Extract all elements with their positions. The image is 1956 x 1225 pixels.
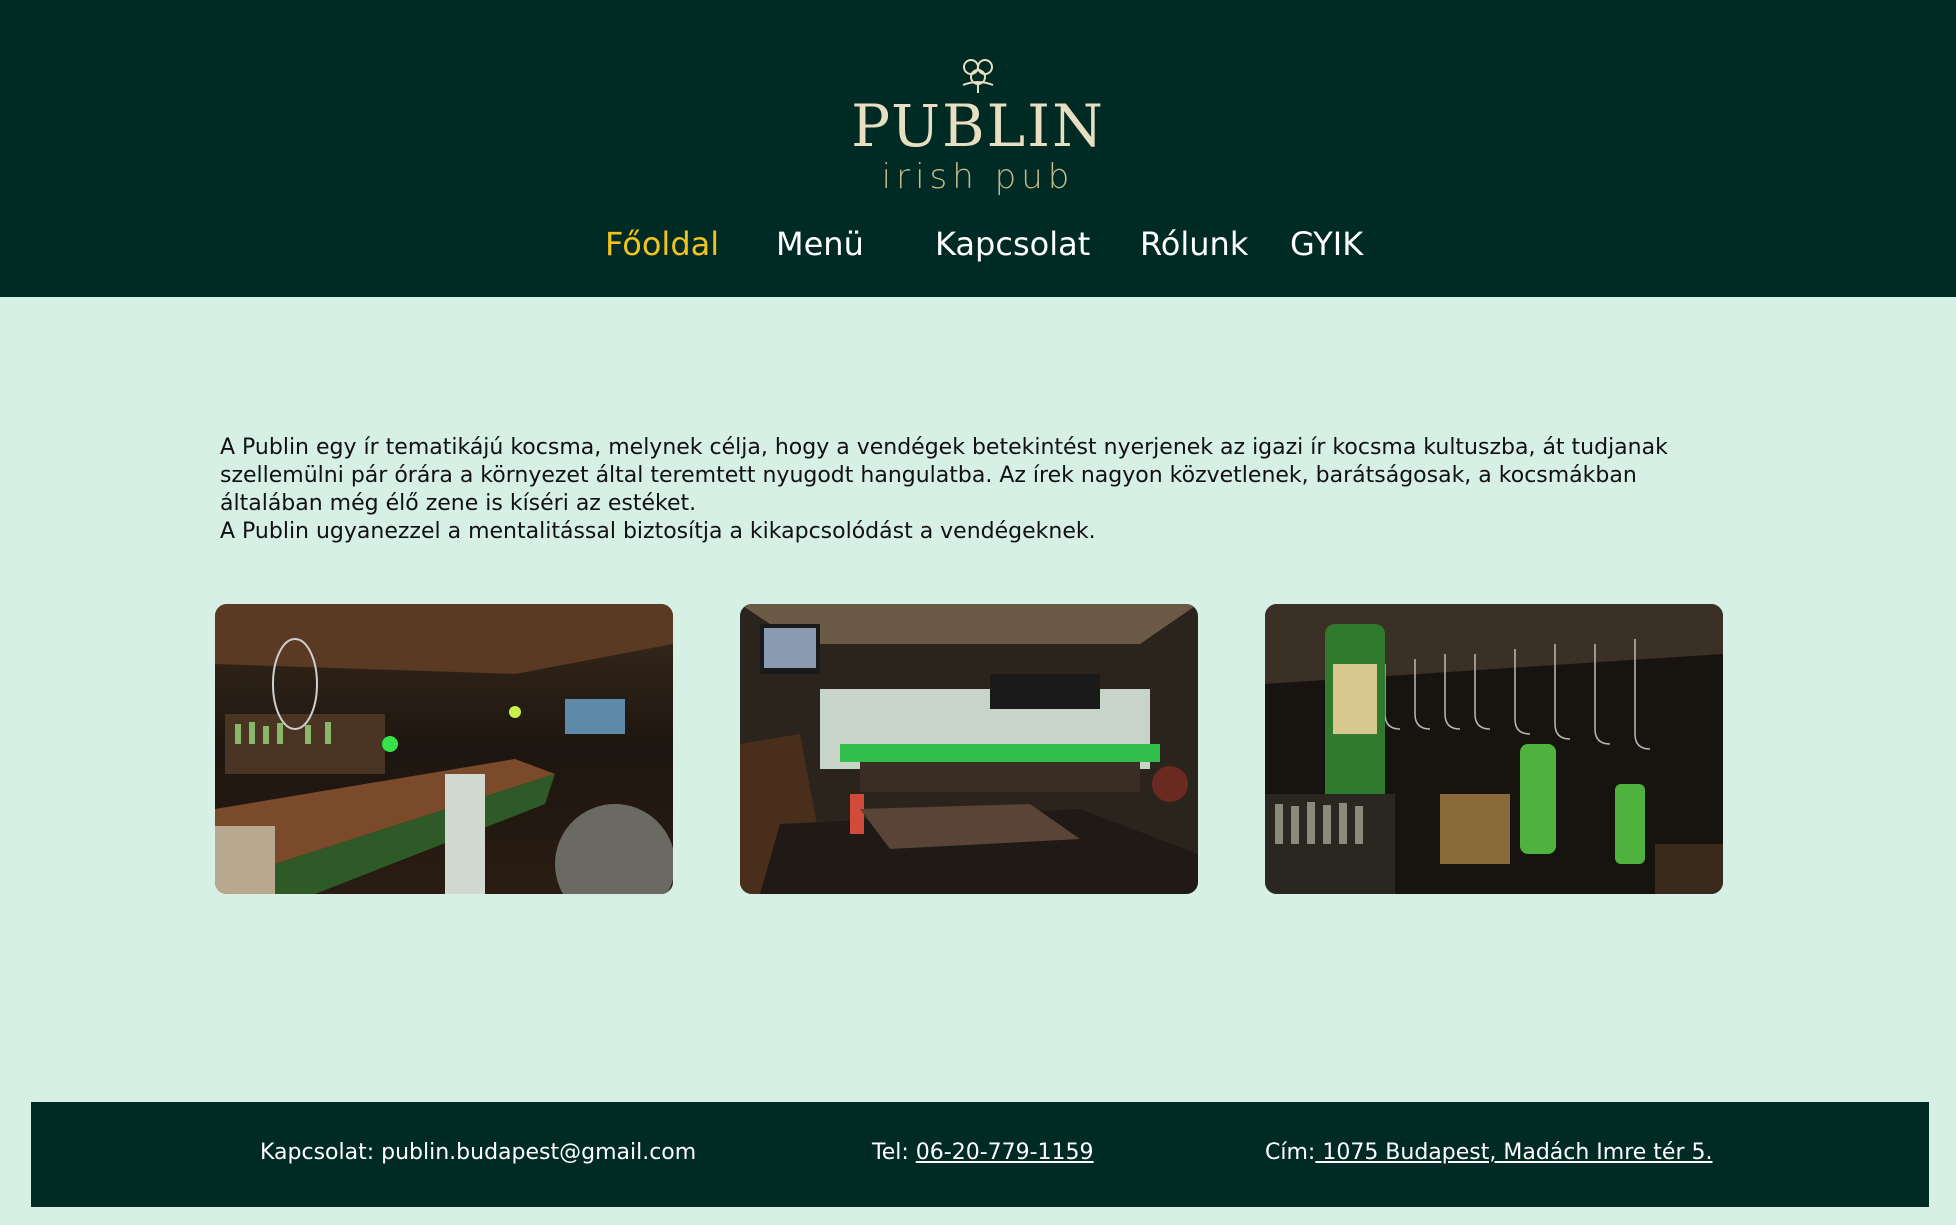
shamrock-icon: [962, 59, 994, 93]
footer-phone-link[interactable]: 06-20-779-1159: [916, 1140, 1094, 1165]
nav-item-home[interactable]: Főoldal: [605, 224, 719, 264]
nav-item-menu[interactable]: Menü: [776, 224, 864, 264]
intro-paragraph: A Publin egy ír tematikájú kocsma, melyn…: [220, 435, 1668, 516]
gallery-photo-bar-counter: [215, 604, 673, 894]
intro-paragraph: A Publin ugyanezzel a mentalitással bizt…: [220, 519, 1096, 544]
gallery-photo-seating-area: [740, 604, 1198, 894]
footer-address-label: Cím:: [1265, 1140, 1316, 1165]
gallery-photo-bottles-and-glasses: [1265, 604, 1723, 894]
nav-item-faq[interactable]: GYIK: [1290, 224, 1363, 264]
intro-text: A Publin egy ír tematikájú kocsma, melyn…: [220, 434, 1740, 546]
nav-item-contact[interactable]: Kapcsolat: [935, 224, 1090, 264]
brand-name: PUBLIN: [851, 92, 1105, 160]
brand-tagline: irish pub: [881, 157, 1075, 197]
footer-contact-email[interactable]: Kapcsolat: publin.budapest@gmail.com: [260, 1138, 696, 1168]
site-logo[interactable]: PUBLIN irish pub: [0, 55, 1956, 195]
footer-phone: Tel: 06-20-779-1159: [872, 1138, 1094, 1168]
footer-phone-label: Tel:: [872, 1140, 916, 1165]
footer-address-link[interactable]: 1075 Budapest, Madách Imre tér 5.: [1315, 1140, 1712, 1165]
nav-item-about[interactable]: Rólunk: [1140, 224, 1248, 264]
footer-address: Cím: 1075 Budapest, Madách Imre tér 5.: [1265, 1138, 1713, 1168]
site-footer: Kapcsolat: publin.budapest@gmail.com Tel…: [31, 1102, 1929, 1207]
site-header: PUBLIN irish pub Főoldal Menü Kapcsolat …: [0, 0, 1956, 297]
